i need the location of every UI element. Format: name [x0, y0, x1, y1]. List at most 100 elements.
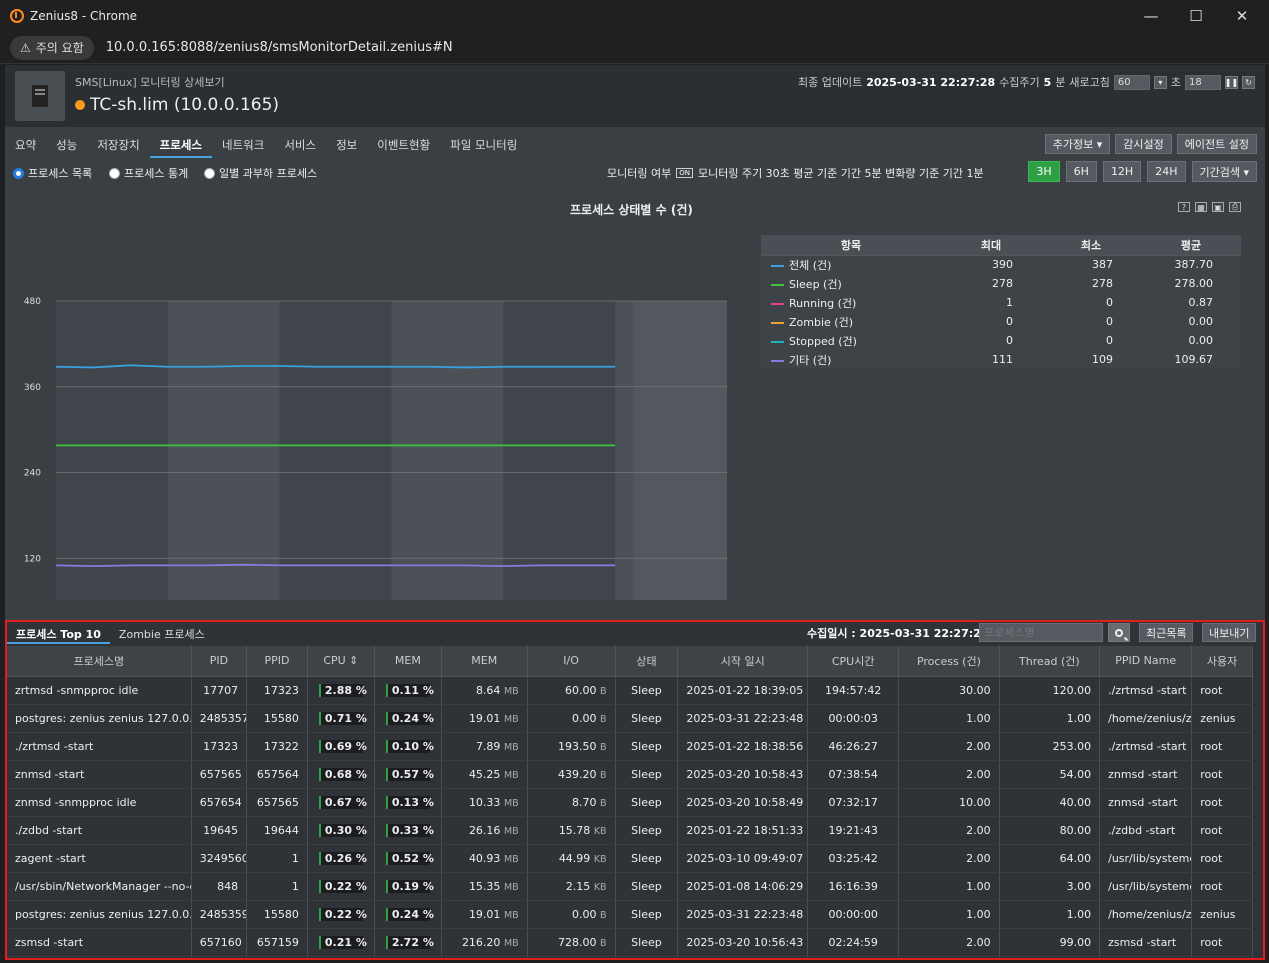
grid-icon[interactable]: ▦ [1195, 202, 1207, 212]
extra-info-button[interactable]: 추가정보 ▾ [1044, 134, 1111, 154]
table-row[interactable]: znmsd -start 657565 657564 0.68 % 0.57 % 45.2… [7, 760, 1253, 789]
table-row[interactable]: ./zdbd -start 19645 19644 0.30 % 0.33 % 26.16… [7, 816, 1253, 845]
range-search-button[interactable]: 기간검색 ▾ [1191, 161, 1257, 182]
mem-size-cell: 40.93 MB [441, 844, 528, 873]
ppid-name-cell: /usr/lib/systemd/system [1099, 844, 1193, 873]
window-title: Zenius8 - Chrome [30, 9, 138, 23]
process-name-cell: znmsd -start [7, 760, 192, 789]
export-button[interactable]: 내보내기 [1202, 623, 1257, 642]
column-header[interactable]: 상태 [615, 646, 679, 677]
tab-events[interactable]: 이벤트현황 [367, 132, 440, 158]
chart-band [503, 301, 616, 600]
io-unit: B [600, 713, 607, 725]
io-value: 8.70 [572, 795, 597, 809]
table-row[interactable]: zagent -start 3249560 1 0.26 % 0.52 % 40.93 M… [7, 844, 1253, 873]
thread-count-cell: 3.00 [999, 872, 1101, 901]
countdown-field: 18 [1185, 74, 1221, 90]
tab-zombie-process[interactable]: Zombie 프로세스 [110, 622, 214, 644]
io-cell: 193.50 B [527, 732, 616, 761]
column-header[interactable]: 사용자 [1191, 646, 1253, 677]
tab-storage[interactable]: 저장장치 [87, 132, 149, 158]
column-header[interactable]: Thread (건) [999, 646, 1101, 677]
user-cell: root [1191, 788, 1253, 817]
url-text[interactable]: 10.0.0.165:8088/zenius8/smsMonitorDetail… [106, 40, 453, 55]
pause-icon[interactable]: ❚❚ [1225, 75, 1238, 89]
tab-performance[interactable]: 성능 [46, 132, 87, 158]
table-row[interactable]: ./zrtmsd -start 17323 17322 0.69 % 0.10 % 7.8… [7, 732, 1253, 761]
agent-settings-button[interactable]: 에이전트 설정 [1176, 134, 1257, 154]
column-header[interactable]: PPID [246, 646, 308, 677]
table-row[interactable]: zsmsd -start 657160 657159 0.21 % 2.72 % 216.… [7, 928, 1253, 957]
reload-icon[interactable]: ↻ [1242, 75, 1255, 89]
io-cell: 60.00 B [527, 676, 616, 705]
watch-settings-button[interactable]: 감시설정 [1115, 134, 1172, 154]
process-count-cell: 1.00 [898, 900, 1000, 929]
tab-network[interactable]: 네트워크 [212, 132, 274, 158]
stats-series-cell: 전체 (건) [761, 255, 941, 274]
collect-time: 수집일시 : 2025-03-31 22:27:27 [807, 627, 989, 640]
column-header[interactable]: I/O [527, 646, 616, 677]
legend-label[interactable]: 기타 (건) [789, 354, 831, 367]
legend-label[interactable]: Running (건) [789, 297, 856, 310]
legend-swatch [771, 264, 784, 267]
search-button[interactable] [1108, 623, 1130, 642]
start-time-cell: 2025-03-20 10:56:43 [677, 928, 809, 957]
recent-list-button[interactable]: 최근목록 [1139, 623, 1194, 642]
column-header[interactable]: Process (건) [898, 646, 1000, 677]
mem-pct-value: 0.24 % [385, 907, 434, 921]
radio-daily-overload[interactable]: 일별 과부하 프로세스 [204, 165, 317, 181]
column-header[interactable]: 시작 일시 [677, 646, 809, 677]
minimize-icon[interactable]: — [1128, 0, 1174, 32]
table-row[interactable]: zrtmsd -snmpproc idle 17707 17323 2.88 % 0.1… [7, 676, 1253, 705]
radio-process-list[interactable]: 프로세스 목록 [13, 165, 92, 181]
radio-process-stats[interactable]: 프로세스 통계 [109, 165, 188, 181]
stats-avg-cell: 278.00 [1141, 274, 1241, 293]
range-3h-button[interactable]: 3H [1028, 161, 1060, 182]
cpu-cell: 0.68 % [307, 760, 375, 789]
tab-process[interactable]: 프로세스 [149, 132, 212, 158]
column-header[interactable]: PPID Name [1099, 646, 1193, 677]
pid-cell: 848 [191, 872, 248, 901]
tab-info[interactable]: 정보 [326, 132, 367, 158]
tab-service[interactable]: 서비스 [274, 132, 326, 158]
legend-label[interactable]: Stopped (건) [789, 335, 857, 348]
security-warning-chip[interactable]: ⚠ 주의 요함 [10, 35, 94, 60]
mem-size-value: 19.01 [468, 907, 501, 921]
column-header[interactable]: MEM [441, 646, 528, 677]
help-icon[interactable]: ? [1178, 202, 1190, 212]
column-header[interactable]: MEM [374, 646, 442, 677]
image-icon[interactable]: ▣ [1212, 202, 1224, 212]
process-search-input[interactable] [979, 623, 1103, 642]
tab-process-top10[interactable]: 프로세스 Top 10 [7, 622, 110, 644]
legend-label[interactable]: 전체 (건) [789, 259, 831, 272]
maximize-icon[interactable]: ☐ [1173, 0, 1219, 32]
column-header[interactable]: PID [191, 646, 248, 677]
cpu-time-cell: 16:16:39 [807, 872, 900, 901]
legend-label[interactable]: Sleep (건) [789, 278, 842, 291]
ppid-name-cell: ./zdbd -start [1099, 816, 1193, 845]
column-header[interactable]: CPU시간 [807, 646, 900, 677]
refresh-select[interactable]: 60 [1113, 74, 1150, 90]
column-header[interactable]: CPU ⇕ [307, 646, 375, 677]
range-6h-button[interactable]: 6H [1065, 161, 1097, 182]
table-row[interactable]: znmsd -snmpproc idle 657654 657565 0.67 % 0.… [7, 788, 1253, 817]
mem-pct-cell: 0.57 % [374, 760, 442, 789]
tab-summary[interactable]: 요약 [5, 132, 46, 158]
mem-size-value: 8.64 [475, 683, 501, 697]
table-row[interactable]: postgres: zenius zenius 127.0.0.1(248535… [7, 704, 1253, 733]
state-cell: Sleep [615, 760, 679, 789]
legend-label[interactable]: Zombie (건) [789, 316, 853, 329]
table-row[interactable]: /usr/sbin/NetworkManager --no-d 848 1 0.22 … [7, 872, 1253, 901]
ppid-name-cell: ./zrtmsd -start [1099, 732, 1193, 761]
column-header[interactable]: 프로세스명 [7, 646, 192, 677]
tab-file-monitoring[interactable]: 파일 모니터링 [440, 132, 527, 158]
stats-row: 기타 (건) 111 109 109.67 [761, 350, 1241, 369]
range-12h-button[interactable]: 12H [1102, 161, 1142, 182]
refresh-dropdown-icon[interactable]: ▾ [1153, 75, 1167, 89]
table-row[interactable]: postgres: zenius zenius 127.0.0.1(248535… [7, 900, 1253, 929]
pid-cell: 657160 [191, 928, 248, 957]
close-icon[interactable]: ✕ [1219, 0, 1265, 32]
range-24h-button[interactable]: 24H [1147, 161, 1186, 182]
options-row: 프로세스 목록 프로세스 통계 일별 과부하 프로세스 모니터링 여부 ON 모… [5, 160, 1265, 186]
print-icon[interactable]: ⎙ [1229, 202, 1241, 212]
